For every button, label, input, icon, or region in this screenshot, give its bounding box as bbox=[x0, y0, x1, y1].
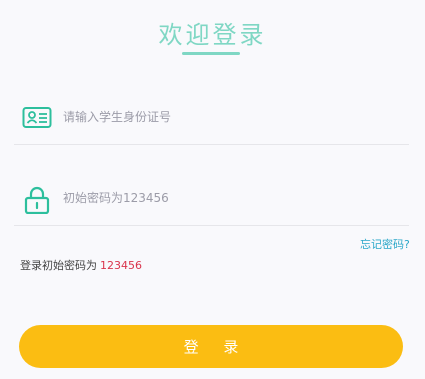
id-card-icon bbox=[22, 105, 52, 131]
login-panel: 欢迎登录 忘记密码? 登录初始密码为123456 登 bbox=[0, 0, 425, 379]
login-button[interactable]: 登 录 bbox=[19, 325, 403, 368]
hint-password-value: 123456 bbox=[100, 259, 142, 272]
lock-icon bbox=[22, 186, 52, 215]
initial-password-hint: 登录初始密码为 123456 bbox=[20, 257, 142, 273]
id-number-field bbox=[14, 92, 409, 145]
id-number-input[interactable] bbox=[63, 106, 393, 128]
password-field bbox=[14, 173, 409, 226]
forgot-password-link[interactable]: 忘记密码? bbox=[360, 236, 410, 252]
hint-label: 登录初始密码为 bbox=[20, 259, 97, 272]
title-underline bbox=[182, 52, 240, 55]
page-title: 欢迎登录 bbox=[158, 21, 267, 49]
password-input[interactable] bbox=[63, 187, 393, 209]
